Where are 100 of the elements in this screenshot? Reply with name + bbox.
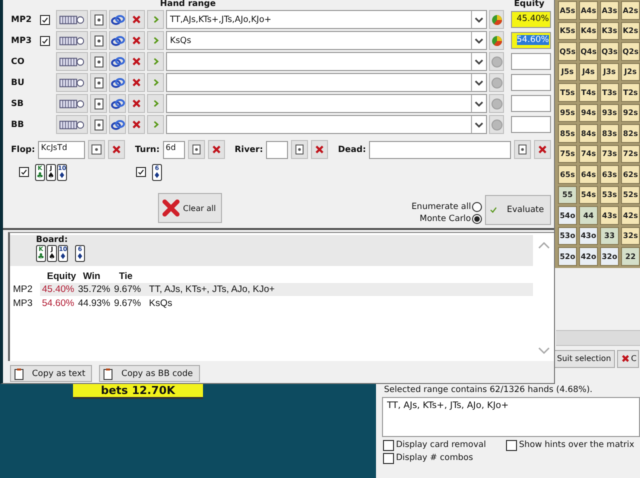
flop-checkbox[interactable] [19, 167, 29, 177]
caret-icon [471, 11, 486, 28]
remove-button[interactable] [534, 140, 551, 159]
chevron-right-icon [152, 36, 160, 45]
pie-chart-icon [490, 14, 502, 26]
arrow-button[interactable] [147, 10, 164, 29]
turn-checkbox[interactable] [136, 167, 146, 177]
arrow-button[interactable] [147, 94, 164, 113]
remove-button[interactable] [128, 52, 145, 71]
card-button[interactable] [290, 140, 308, 159]
clear-all-button[interactable]: Clear all [158, 193, 222, 223]
deck-button[interactable] [56, 73, 88, 92]
close-icon [212, 145, 221, 154]
arrow-button[interactable] [147, 31, 164, 50]
close-icon [132, 78, 141, 87]
range-combo[interactable] [166, 115, 487, 134]
link-button[interactable] [109, 10, 126, 29]
equity-graph-button[interactable] [489, 10, 504, 29]
arrow-button[interactable] [147, 115, 164, 134]
remove-button[interactable] [310, 140, 328, 159]
equity-field [511, 74, 551, 91]
card-button[interactable] [90, 73, 107, 92]
flop-label: Flop: [11, 144, 36, 154]
player-checkbox[interactable] [40, 36, 50, 46]
deck-button[interactable] [56, 115, 88, 134]
table-cell: TT, AJs, KTs+, JTs, AJo, KJo+ [147, 283, 533, 296]
link-button[interactable] [109, 73, 126, 92]
card-button[interactable] [90, 115, 107, 134]
card-button[interactable] [188, 140, 205, 159]
cards-icon [59, 120, 85, 130]
flop-field[interactable]: KcJsTd [38, 140, 86, 158]
card-button[interactable] [90, 31, 107, 50]
close-icon [538, 145, 547, 154]
arrow-button[interactable] [147, 73, 164, 92]
position-label: MP2 [10, 14, 33, 24]
link-button[interactable] [109, 115, 126, 134]
player-checkbox[interactable] [40, 14, 50, 24]
remove-button[interactable] [128, 94, 145, 113]
caret-icon [471, 116, 486, 133]
clipboard-icon [14, 368, 24, 380]
equity-graph-button[interactable] [489, 31, 504, 50]
card-button[interactable] [90, 10, 107, 29]
remove-button[interactable] [128, 73, 145, 92]
column-header: Equity [46, 271, 76, 282]
card-button[interactable] [514, 140, 531, 159]
close-icon [162, 199, 180, 217]
range-combo[interactable]: TT,AJs,KTs+,JTs,AJo,KJo+ [166, 10, 487, 29]
close-icon [112, 145, 122, 154]
suit-selection-button[interactable]: Suit selection [553, 350, 616, 368]
option-checkbox[interactable]: Show hints over the matrix [506, 440, 640, 450]
table-cell-text: 9.67% [113, 297, 142, 310]
card-button[interactable] [90, 52, 107, 71]
mode-radio[interactable]: Monte Carlo [420, 214, 482, 224]
board-label: Board: [36, 235, 69, 245]
copy-button[interactable]: Copy as text [10, 365, 92, 382]
deck-button[interactable] [56, 52, 88, 71]
range-combo[interactable] [166, 52, 487, 71]
card-button[interactable] [88, 140, 106, 159]
option-checkbox[interactable]: Display card removal [383, 440, 506, 450]
table-cell: 45.40% [40, 283, 76, 296]
card-icon [94, 76, 104, 88]
chevron-right-icon [152, 15, 160, 24]
remove-button[interactable] [128, 31, 145, 50]
link-icon [110, 36, 124, 46]
clear-button[interactable]: C [617, 350, 639, 368]
range-combo[interactable]: KsQs [166, 31, 487, 50]
arrow-button[interactable] [147, 52, 164, 71]
range-combo[interactable] [166, 94, 487, 113]
link-button[interactable] [109, 52, 126, 71]
dead-field[interactable] [369, 140, 511, 158]
range-combo[interactable] [166, 73, 487, 92]
link-icon [110, 56, 124, 66]
river-field[interactable] [266, 140, 288, 158]
card-icon [294, 144, 304, 155]
copy-button[interactable]: Copy as BB code [99, 365, 200, 382]
option-checkbox[interactable]: Display # combos [383, 452, 506, 464]
link-button[interactable] [109, 94, 126, 113]
deck-button[interactable] [56, 31, 88, 50]
position-label: MP3 [10, 36, 33, 46]
link-icon [110, 120, 124, 130]
card-button[interactable] [90, 94, 107, 113]
link-button[interactable] [109, 31, 126, 50]
turn-field[interactable]: 6d [162, 140, 185, 158]
clipboard-icon [103, 368, 114, 380]
close-icon [132, 120, 141, 129]
chevron-right-icon [152, 120, 160, 129]
deck-button[interactable] [56, 94, 88, 113]
remove-button[interactable] [208, 140, 225, 159]
range-text-area[interactable]: TT, AJs, KTs+, JTs, AJo, KJo+ [382, 396, 640, 436]
deck-button[interactable] [56, 10, 88, 29]
column-header: Tie [118, 271, 134, 282]
remove-button[interactable] [128, 115, 145, 134]
chevron-right-icon [152, 78, 160, 87]
evaluate-button[interactable]: Evaluate [485, 195, 551, 225]
card-icon [518, 144, 527, 155]
table-cell-text: 54.60% [41, 297, 76, 310]
mode-radio[interactable]: Enumerate all [411, 202, 482, 212]
remove-button[interactable] [108, 140, 126, 159]
remove-button[interactable] [128, 10, 145, 29]
caret-icon [471, 95, 486, 112]
